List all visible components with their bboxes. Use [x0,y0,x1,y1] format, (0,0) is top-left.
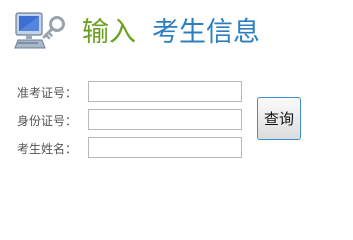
id-number-input[interactable] [88,109,242,130]
computer-key-icon [14,12,65,49]
query-button[interactable]: 查询 [257,97,301,140]
id-number-label: 身份证号： [17,114,78,128]
candidate-name-input[interactable] [88,137,242,158]
page-title-input: 输入 [82,17,136,48]
candidate-name-label: 考生姓名： [17,142,78,156]
page-title-candidate-info: 考生信息 [152,17,260,48]
page-title: 输入 考生信息 [82,13,260,53]
admission-number-input[interactable] [88,81,242,102]
admission-number-label: 准考证号： [17,86,78,100]
page-header: 输入 考生信息 [14,10,344,58]
